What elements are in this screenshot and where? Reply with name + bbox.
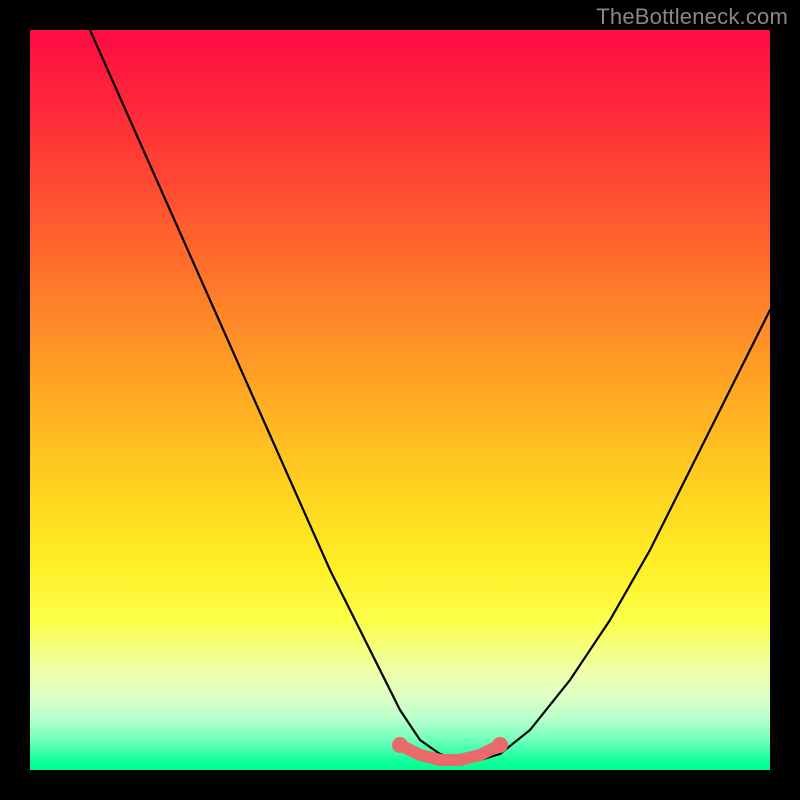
bottleneck-curve [90, 30, 770, 760]
curve-layer [30, 30, 770, 770]
plot-area [30, 30, 770, 770]
chart-frame: TheBottleneck.com [0, 0, 800, 800]
optimal-range-highlight [400, 745, 500, 760]
optimal-range-start-dot [392, 737, 408, 753]
watermark-text: TheBottleneck.com [596, 4, 788, 30]
optimal-range-end-dot [492, 737, 508, 753]
